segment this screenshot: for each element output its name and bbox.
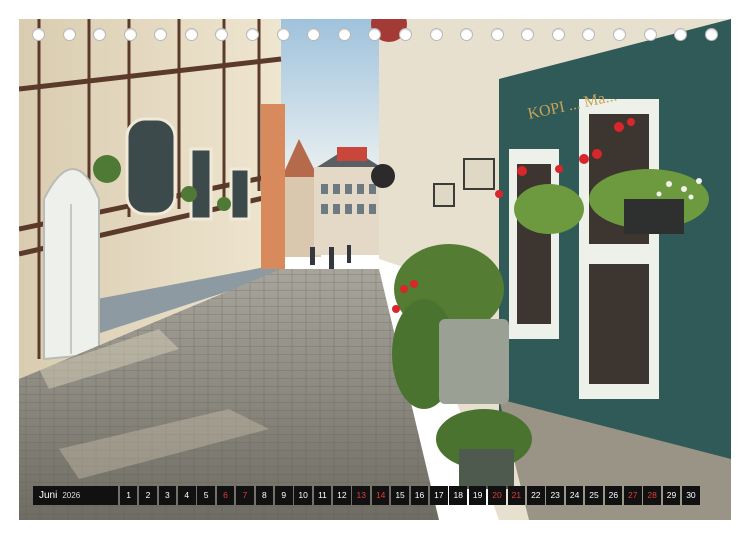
binding-hole [582,28,596,41]
binding-hole [521,28,535,41]
month-name: Juni [39,490,58,501]
binding-hole [643,28,657,41]
binding-hole [368,28,382,41]
calendar-day-bar: Juni 2026 1 2 3 4 5 6 7 8 9 10 11 12 13 14 15 16 17 18 19 20… [33,486,700,505]
calendar-day-23: 23 [546,486,564,505]
calendar-day-24: 24 [565,486,584,505]
calendar-day-13: 13 [352,486,371,505]
calendar-day-17: 17 [430,486,448,505]
calendar-day-28: 28 [643,486,661,505]
binding-hole [62,28,76,41]
binding-hole [32,28,45,41]
calendar-day-12: 12 [333,486,351,505]
calendar-day-26: 26 [604,486,623,505]
binding-hole [551,28,565,41]
calendar-day-1: 1 [119,486,138,505]
calendar-day-6: 6 [216,486,235,505]
binding-hole [184,28,198,41]
binding-hole [674,28,688,41]
binding-hole [398,28,412,41]
calendar-day-9: 9 [274,486,293,505]
binding-hole [215,28,229,41]
calendar-day-3: 3 [158,486,177,505]
calendar-day-22: 22 [527,486,545,505]
binding-hole [123,28,137,41]
binding-hole [337,28,351,41]
binding-hole [93,28,107,41]
calendar-day-27: 27 [623,486,642,505]
calendar-day-16: 16 [410,486,429,505]
calendar-day-11: 11 [313,486,332,505]
calendar-day-29: 29 [662,486,681,505]
binding-hole [490,28,504,41]
calendar-day-30: 30 [682,486,700,505]
binding-hole [154,28,168,41]
calendar-month-label: Juni 2026 [33,486,118,505]
calendar-day-18: 18 [449,486,468,505]
calendar-day-14: 14 [371,486,390,505]
binding-hole [612,28,626,41]
calendar-day-15: 15 [391,486,409,505]
spiral-binding-holes [0,28,750,52]
binding-hole [460,28,474,41]
calendar-day-2: 2 [139,486,157,505]
calendar-day-5: 5 [197,486,215,505]
calendar-day-8: 8 [255,486,274,505]
calendar-day-4: 4 [177,486,196,505]
binding-hole [704,28,718,41]
binding-hole [429,28,443,41]
binding-hole [307,28,321,41]
calendar-photo-street-scene: KOPI ... Ma... [19,19,731,520]
calendar-day-19: 19 [468,486,487,505]
calendar-day-25: 25 [585,486,603,505]
calendar-day-20: 20 [488,486,506,505]
calendar-day-21: 21 [507,486,526,505]
calendar-day-10: 10 [294,486,312,505]
year-label: 2026 [62,491,81,500]
binding-hole [276,28,290,41]
binding-hole [246,28,260,41]
calendar-days: 1 2 3 4 5 6 7 8 9 10 11 12 13 14 15 16 17 18 19 20 21 22 23 24 2… [118,486,700,505]
calendar-day-7: 7 [236,486,254,505]
